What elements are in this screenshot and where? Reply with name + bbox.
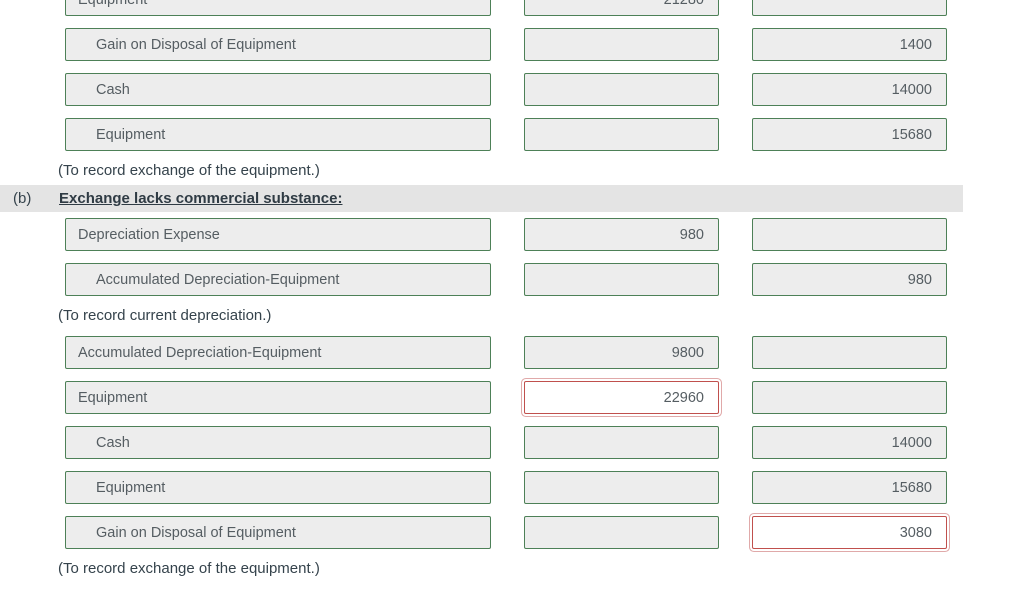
credit-amount-field-flagged[interactable]: 3080: [752, 516, 947, 549]
sections-container: Equipment 21280 Gain on Disposal of Equipm…: [0, 0, 1024, 583]
account-title-field[interactable]: Equipment: [65, 118, 491, 151]
account-title-field[interactable]: Gain on Disposal of Equipment: [65, 516, 491, 549]
journal-entry-row: Gain on Disposal of Equipment 1400: [0, 22, 1024, 67]
journal-entry-row: Cash 14000: [0, 67, 1024, 112]
debit-amount-field[interactable]: [524, 516, 719, 549]
journal-entry-row: Depreciation Expense 980: [0, 212, 1024, 257]
debit-amount-field[interactable]: [524, 471, 719, 504]
journal-entry-row: Equipment 15680: [0, 465, 1024, 510]
debit-amount-field[interactable]: [524, 263, 719, 296]
account-title-field[interactable]: Equipment: [65, 381, 491, 414]
account-title-field[interactable]: Cash: [65, 426, 491, 459]
credit-amount-field[interactable]: 14000: [752, 426, 947, 459]
account-title-field[interactable]: Depreciation Expense: [65, 218, 491, 251]
account-title-field[interactable]: Equipment: [65, 0, 491, 16]
journal-entry-row: Accumulated Depreciation-Equipment 980: [0, 257, 1024, 302]
section-letter: (b): [13, 190, 32, 207]
credit-amount-field[interactable]: 14000: [752, 73, 947, 106]
debit-amount-field[interactable]: 980: [524, 218, 719, 251]
journal-entry-row: Gain on Disposal of Equipment 3080: [0, 510, 1024, 555]
account-title-field[interactable]: Equipment: [65, 471, 491, 504]
debit-amount-field[interactable]: 21280: [524, 0, 719, 16]
credit-amount-field[interactable]: [752, 336, 947, 369]
credit-amount-field[interactable]: [752, 218, 947, 251]
account-title-field[interactable]: Accumulated Depreciation-Equipment: [65, 336, 491, 369]
section-header-band: (b) Exchange lacks commercial substance:: [0, 185, 963, 212]
journal-entry-row: Accumulated Depreciation-Equipment 9800: [0, 330, 1024, 375]
journal-section: (b) Exchange lacks commercial substance: D…: [0, 185, 1024, 583]
journal-section: Equipment 21280 Gain on Disposal of Equipm…: [0, 0, 1024, 185]
journal-entry-row: Equipment 22960: [0, 375, 1024, 420]
debit-amount-field[interactable]: [524, 73, 719, 106]
journal-entry-row: Cash 14000: [0, 420, 1024, 465]
debit-amount-field-flagged[interactable]: 22960: [524, 381, 719, 414]
credit-amount-field[interactable]: 980: [752, 263, 947, 296]
section-title: Exchange lacks commercial substance:: [59, 190, 343, 207]
journal-entry-row: Equipment 15680: [0, 112, 1024, 157]
debit-amount-field[interactable]: [524, 28, 719, 61]
journal-entry-worksheet: Equipment 21280 Gain on Disposal of Equipm…: [0, 0, 1024, 608]
credit-amount-field[interactable]: 1400: [752, 28, 947, 61]
account-title-field[interactable]: Cash: [65, 73, 491, 106]
credit-amount-field[interactable]: 15680: [752, 471, 947, 504]
credit-amount-field[interactable]: [752, 0, 947, 16]
debit-amount-field[interactable]: 9800: [524, 336, 719, 369]
entry-narration-text: (To record exchange of the equipment.): [58, 560, 320, 577]
entry-narration-text: (To record exchange of the equipment.): [58, 162, 320, 179]
account-title-field[interactable]: Gain on Disposal of Equipment: [65, 28, 491, 61]
debit-amount-field[interactable]: [524, 118, 719, 151]
journal-entry-row: Equipment 21280: [0, 0, 1024, 22]
debit-amount-field[interactable]: [524, 426, 719, 459]
credit-amount-field[interactable]: [752, 381, 947, 414]
entry-narration-text: (To record current depreciation.): [58, 307, 272, 324]
account-title-field[interactable]: Accumulated Depreciation-Equipment: [65, 263, 491, 296]
credit-amount-field[interactable]: 15680: [752, 118, 947, 151]
